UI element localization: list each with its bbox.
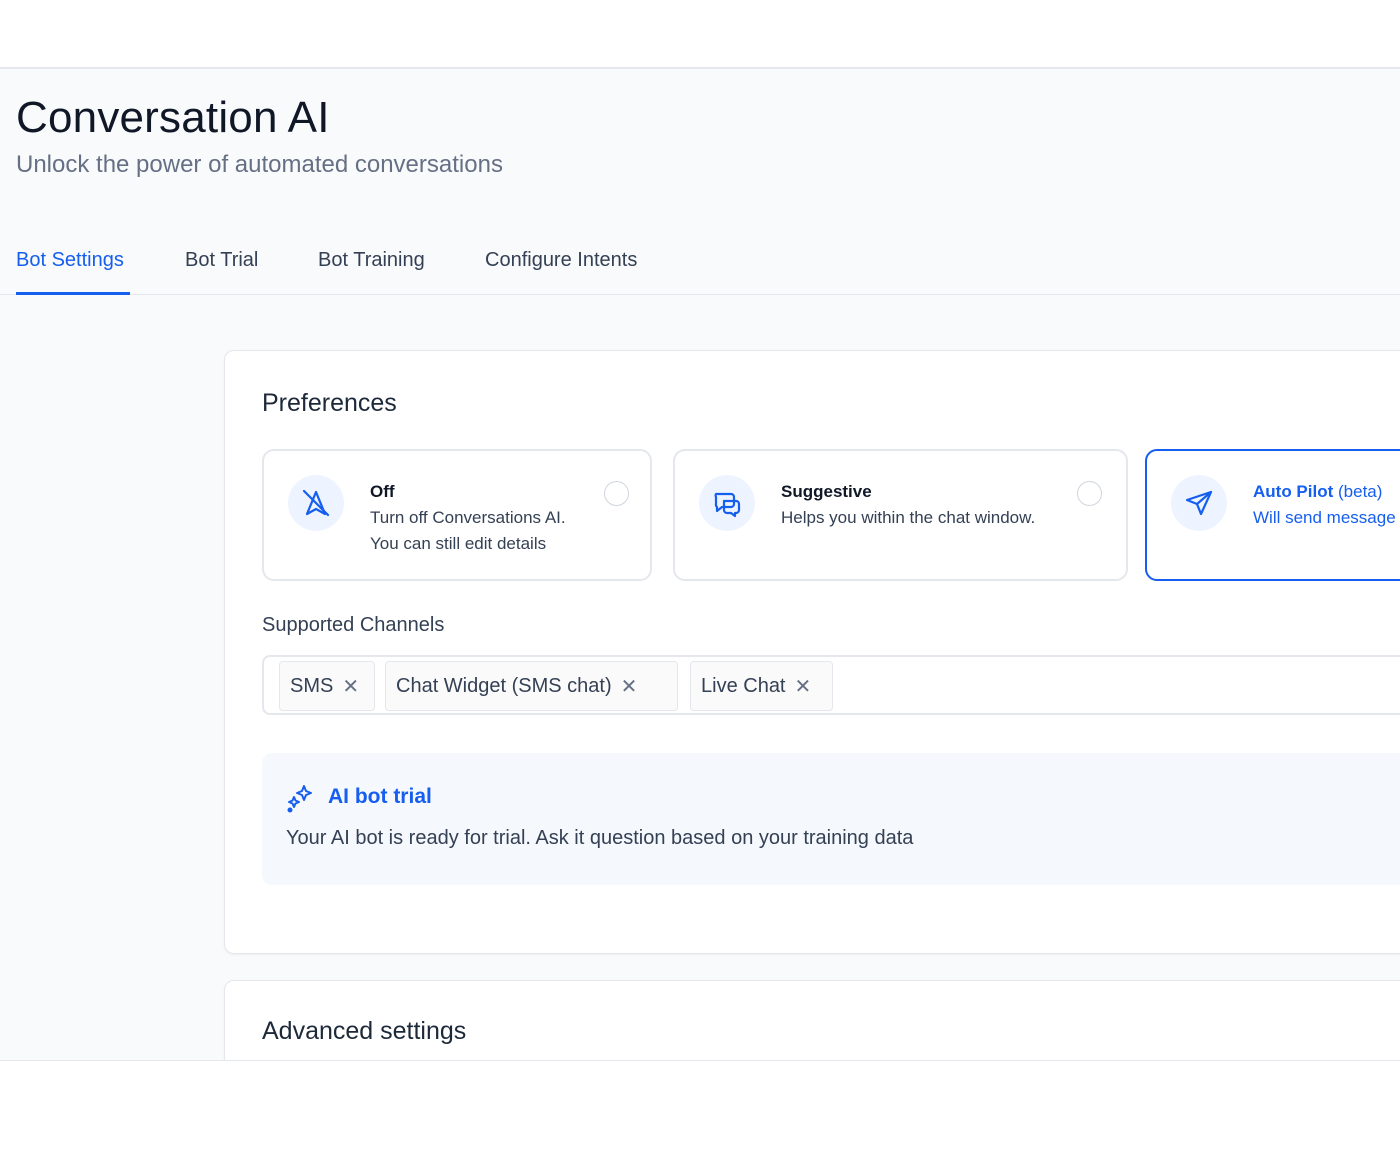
tab-bar: Bot Settings Bot Trial Bot Training Conf… bbox=[0, 243, 1400, 295]
option-desc: You can still edit details bbox=[370, 534, 547, 553]
tab-configure-intents[interactable]: Configure Intents bbox=[485, 249, 637, 295]
radio-suggestive[interactable] bbox=[1077, 481, 1102, 506]
page-subtitle: Unlock the power of automated conversati… bbox=[16, 151, 503, 178]
ai-bot-trial-banner: AI bot trial Your AI bot is ready for tr… bbox=[262, 753, 1400, 885]
channels-multiselect[interactable]: SMS ✕ Chat Widget (SMS chat) ✕ Live Chat… bbox=[262, 655, 1400, 715]
option-name: Auto Pilot bbox=[1253, 482, 1334, 501]
channel-chip: Live Chat ✕ bbox=[690, 661, 833, 711]
ai-bot-trial-title[interactable]: AI bot trial bbox=[328, 785, 432, 809]
supported-channels-label: Supported Channels bbox=[262, 614, 445, 636]
tab-bot-training[interactable]: Bot Training bbox=[318, 249, 425, 295]
advanced-settings-card: Advanced settings bbox=[224, 980, 1400, 1060]
preferences-title: Preferences bbox=[262, 389, 397, 417]
beta-label: (beta) bbox=[1338, 482, 1383, 501]
option-suggestive-text: Suggestive Helps you within the chat win… bbox=[781, 479, 1035, 531]
channel-chip: Chat Widget (SMS chat) ✕ bbox=[385, 661, 678, 711]
ai-bot-trial-desc: Your AI bot is ready for trial. Ask it q… bbox=[286, 827, 914, 849]
page-title: Conversation AI bbox=[16, 93, 330, 142]
channel-chip: SMS ✕ bbox=[279, 661, 375, 711]
remove-chip-icon[interactable]: ✕ bbox=[342, 674, 359, 699]
option-auto-pilot-text: Auto Pilot (beta) Will send message bbox=[1253, 479, 1396, 531]
channel-chip-label: SMS bbox=[290, 674, 334, 697]
top-bar bbox=[0, 0, 1400, 69]
remove-chip-icon[interactable]: ✕ bbox=[795, 674, 812, 699]
sparkles-icon bbox=[286, 783, 316, 818]
tab-bot-trial[interactable]: Bot Trial bbox=[185, 249, 258, 295]
send-icon bbox=[1171, 475, 1227, 531]
remove-chip-icon[interactable]: ✕ bbox=[621, 674, 638, 699]
radio-off[interactable] bbox=[604, 481, 629, 506]
robot-off-icon bbox=[288, 475, 344, 531]
option-name: Off bbox=[370, 482, 395, 501]
channel-chip-label: Chat Widget (SMS chat) bbox=[396, 674, 612, 697]
main-content: Conversation AI Unlock the power of auto… bbox=[0, 69, 1400, 1061]
option-name: Suggestive bbox=[781, 482, 872, 501]
preferences-card: Preferences Off Turn off Conversations A… bbox=[224, 350, 1400, 954]
option-desc: Turn off Conversations AI. bbox=[370, 508, 566, 527]
option-suggestive[interactable]: Suggestive Helps you within the chat win… bbox=[673, 449, 1128, 581]
advanced-settings-title: Advanced settings bbox=[262, 1017, 467, 1045]
bottom-area bbox=[0, 1062, 1400, 1161]
channel-chip-label: Live Chat bbox=[701, 674, 786, 697]
option-desc: Will send message bbox=[1253, 508, 1396, 527]
chat-bubbles-icon bbox=[699, 475, 755, 531]
option-off[interactable]: Off Turn off Conversations AI. You can s… bbox=[262, 449, 652, 581]
option-off-text: Off Turn off Conversations AI. You can s… bbox=[370, 479, 566, 557]
option-auto-pilot[interactable]: Auto Pilot (beta) Will send message bbox=[1145, 449, 1400, 581]
tab-bot-settings[interactable]: Bot Settings bbox=[16, 249, 130, 295]
option-desc: Helps you within the chat window. bbox=[781, 508, 1036, 527]
